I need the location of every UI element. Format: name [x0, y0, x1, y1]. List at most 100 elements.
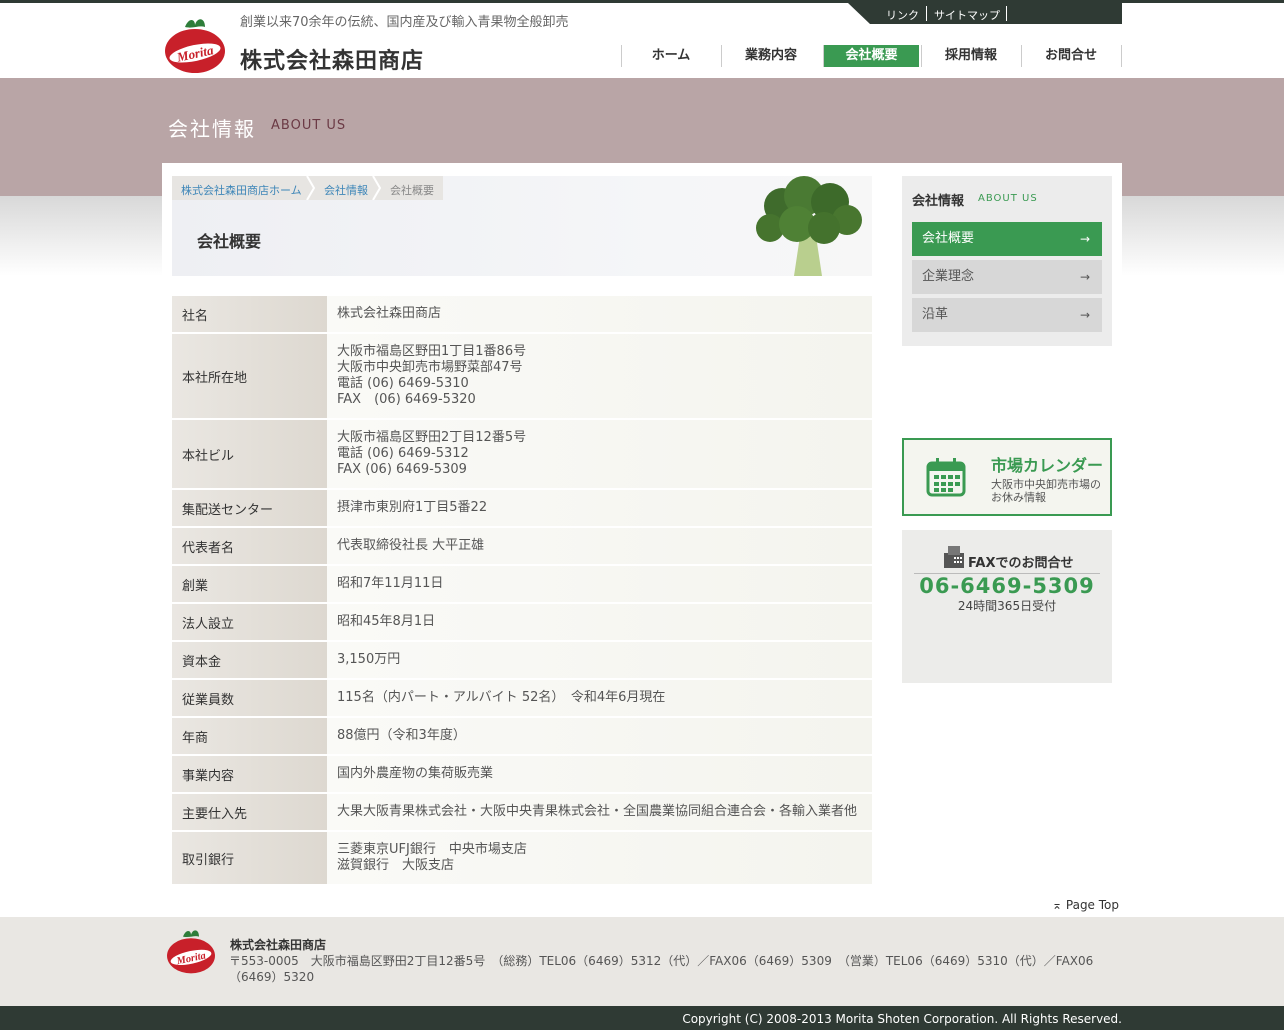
- value-line: 電話 (06) 6469-5310: [337, 376, 469, 391]
- nav-contact[interactable]: お問合せ: [1021, 45, 1120, 67]
- table-row: 法人設立 昭和45年8月1日: [172, 604, 872, 640]
- row-label: 創業: [172, 566, 327, 602]
- row-label: 集配送センター: [172, 490, 327, 526]
- footer-company-name: 株式会社森田商店: [230, 938, 327, 952]
- table-row: 資本金 3,150万円: [172, 642, 872, 678]
- table-row: 本社ビル 大阪市福島区野田2丁目12番5号 電話 (06) 6469-5312 FAX…: [172, 420, 872, 488]
- value-line: 大阪市中央卸売市場野菜部47号: [337, 360, 523, 375]
- row-value: 3,150万円: [327, 642, 872, 678]
- breadcrumb: 株式会社森田商店ホーム 会社情報 会社概要: [172, 176, 443, 200]
- table-row: 従業員数 115名（内パート・アルバイト 52名） 令和4年6月現在: [172, 680, 872, 716]
- table-row: 本社所在地 大阪市福島区野田1丁目1番86号 大阪市中央卸売市場野菜部47号 電話 (…: [172, 334, 872, 418]
- link-sitemap[interactable]: サイトマップ: [934, 7, 1000, 23]
- table-row: 年商 88億円（令和3年度）: [172, 718, 872, 754]
- site-title[interactable]: 株式会社森田商店: [240, 43, 424, 75]
- row-value: 株式会社森田商店: [327, 296, 872, 332]
- calendar-icon: [926, 458, 966, 497]
- row-label: 本社ビル: [172, 420, 327, 488]
- page-title: 会社概要: [197, 232, 262, 251]
- table-row: 創業 昭和7年11月11日: [172, 566, 872, 602]
- value-line: 株式会社森田商店: [337, 306, 442, 321]
- value-line: 昭和45年8月1日: [337, 614, 436, 629]
- morita-logo[interactable]: Morita: [163, 15, 227, 75]
- breadcrumb-chevron-icon: [372, 176, 381, 200]
- page-top-label: Page Top: [1065, 898, 1120, 912]
- arrow-right-icon: →: [1079, 270, 1090, 284]
- value-line: 88億円（令和3年度）: [337, 728, 466, 743]
- row-label: 年商: [172, 718, 327, 754]
- row-value: 代表取締役社長 大平正雄: [327, 528, 872, 564]
- copyright-text: Copyright (C) 2008-2013 Morita Shoten Co…: [682, 1012, 1122, 1026]
- row-label: 従業員数: [172, 680, 327, 716]
- row-label: 事業内容: [172, 756, 327, 792]
- divider: [1121, 45, 1122, 67]
- tagline: 創業以来70余年の伝統、国内産及び輸入青果物全般卸売: [240, 15, 569, 30]
- arrow-right-icon: →: [1079, 308, 1090, 322]
- table-row: 取引銀行 三菱東京UFJ銀行 中央市場支店 滋賀銀行 大阪支店: [172, 832, 872, 884]
- calendar-subtitle: 大阪市中央卸売市場のお休み情報: [991, 478, 1101, 504]
- divider: [1006, 6, 1007, 21]
- arrow-up-icon: ⌅: [1052, 898, 1063, 912]
- footer-address: 〒553-0005 大阪市福島区野田2丁目12番5号 （総務）TEL06（646…: [229, 954, 1094, 984]
- banner-subtitle: ABOUT US: [271, 118, 347, 133]
- nav-business[interactable]: 業務内容: [721, 45, 820, 67]
- divider: [926, 6, 927, 21]
- row-label: 代表者名: [172, 528, 327, 564]
- fax-hours: 24時間365日受付: [957, 599, 1057, 613]
- fax-icon: [944, 546, 964, 568]
- link-links[interactable]: リンク: [886, 7, 919, 23]
- nav-company[interactable]: 会社概要: [823, 45, 919, 67]
- fax-number: 06-6469-5309: [919, 574, 1095, 598]
- value-line: 大阪市福島区野田1丁目1番86号: [337, 344, 527, 359]
- breadcrumb-chevron-icon: [306, 176, 315, 200]
- side-nav-title: 会社情報: [912, 194, 965, 209]
- value-line: 大阪市福島区野田2丁目12番5号: [337, 430, 527, 445]
- row-value: 国内外農産物の集荷販売業: [327, 756, 872, 792]
- value-line: 摂津市東別府1丁目5番22: [337, 500, 488, 515]
- nav-recruit[interactable]: 採用情報: [921, 45, 1020, 67]
- page-top-link[interactable]: ⌅ Page Top: [1052, 898, 1119, 912]
- value-line: 電話 (06) 6469-5312: [337, 446, 469, 461]
- main-content: 株式会社森田商店ホーム 会社情報 会社概要 会社概要 社名 株式会社森田商店 本社所…: [162, 163, 1122, 900]
- table-row: 社名 株式会社森田商店: [172, 296, 872, 332]
- value-line: 代表取締役社長 大平正雄: [337, 538, 485, 553]
- row-label: 主要仕入先: [172, 794, 327, 830]
- row-label: 取引銀行: [172, 832, 327, 884]
- row-value: 昭和7年11月11日: [327, 566, 872, 602]
- row-value: 大阪市福島区野田2丁目12番5号 電話 (06) 6469-5312 FAX (06…: [327, 420, 872, 488]
- side-item-history[interactable]: 沿革 →: [912, 298, 1102, 332]
- breadcrumb-current: 会社概要: [390, 184, 434, 197]
- fax-contact-box: FAXでのお問合せ 06-6469-5309 24時間365日受付: [902, 530, 1112, 683]
- calendar-title: 市場カレンダー: [991, 456, 1104, 475]
- value-line: 115名（内パート・アルバイト 52名） 令和4年6月現在: [337, 690, 666, 705]
- row-label: 法人設立: [172, 604, 327, 640]
- nav-home[interactable]: ホーム: [621, 45, 720, 67]
- table-row: 集配送センター 摂津市東別府1丁目5番22: [172, 490, 872, 526]
- footer: Morita 株式会社森田商店 〒553-0005 大阪市福島区野田2丁目12番…: [0, 917, 1284, 1006]
- side-item-company-overview[interactable]: 会社概要 →: [912, 222, 1102, 256]
- table-row: 主要仕入先 大果大阪青果株式会社・大阪中央青果株式会社・全国農業協同組合連合会・各…: [172, 794, 872, 830]
- value-line: 滋賀銀行 大阪支店: [337, 858, 455, 873]
- copyright-bar: Copyright (C) 2008-2013 Morita Shoten Co…: [0, 1006, 1284, 1030]
- value-line: 昭和7年11月11日: [337, 576, 444, 591]
- value-line: FAX (06) 6469-5320: [337, 392, 476, 407]
- row-value: 88億円（令和3年度）: [327, 718, 872, 754]
- row-value: 115名（内パート・アルバイト 52名） 令和4年6月現在: [327, 680, 872, 716]
- side-item-philosophy[interactable]: 企業理念 →: [912, 260, 1102, 294]
- row-label: 社名: [172, 296, 327, 332]
- side-nav-subtitle: ABOUT US: [978, 193, 1038, 204]
- side-item-label: 沿革: [922, 307, 949, 322]
- market-calendar-banner[interactable]: 市場カレンダー 大阪市中央卸売市場のお休み情報: [902, 438, 1112, 516]
- breadcrumb-home[interactable]: 株式会社森田商店ホーム: [181, 182, 302, 198]
- table-row: 代表者名 代表取締役社長 大平正雄: [172, 528, 872, 564]
- value-line: 国内外農産物の集荷販売業: [337, 766, 494, 781]
- banner-title: 会社情報: [168, 117, 256, 141]
- row-label: 資本金: [172, 642, 327, 678]
- utility-bar: リンク サイトマップ: [848, 3, 1122, 24]
- page-header: 株式会社森田商店ホーム 会社情報 会社概要 会社概要: [172, 176, 872, 276]
- row-value: 大果大阪青果株式会社・大阪中央青果株式会社・全国農業協同組合連合会・各輸入業者他: [327, 794, 872, 830]
- breadcrumb-company-info[interactable]: 会社情報: [324, 182, 368, 198]
- row-value: 三菱東京UFJ銀行 中央市場支店 滋賀銀行 大阪支店: [327, 832, 872, 884]
- broccoli-image: [756, 176, 862, 276]
- value-line: 3,150万円: [337, 652, 401, 667]
